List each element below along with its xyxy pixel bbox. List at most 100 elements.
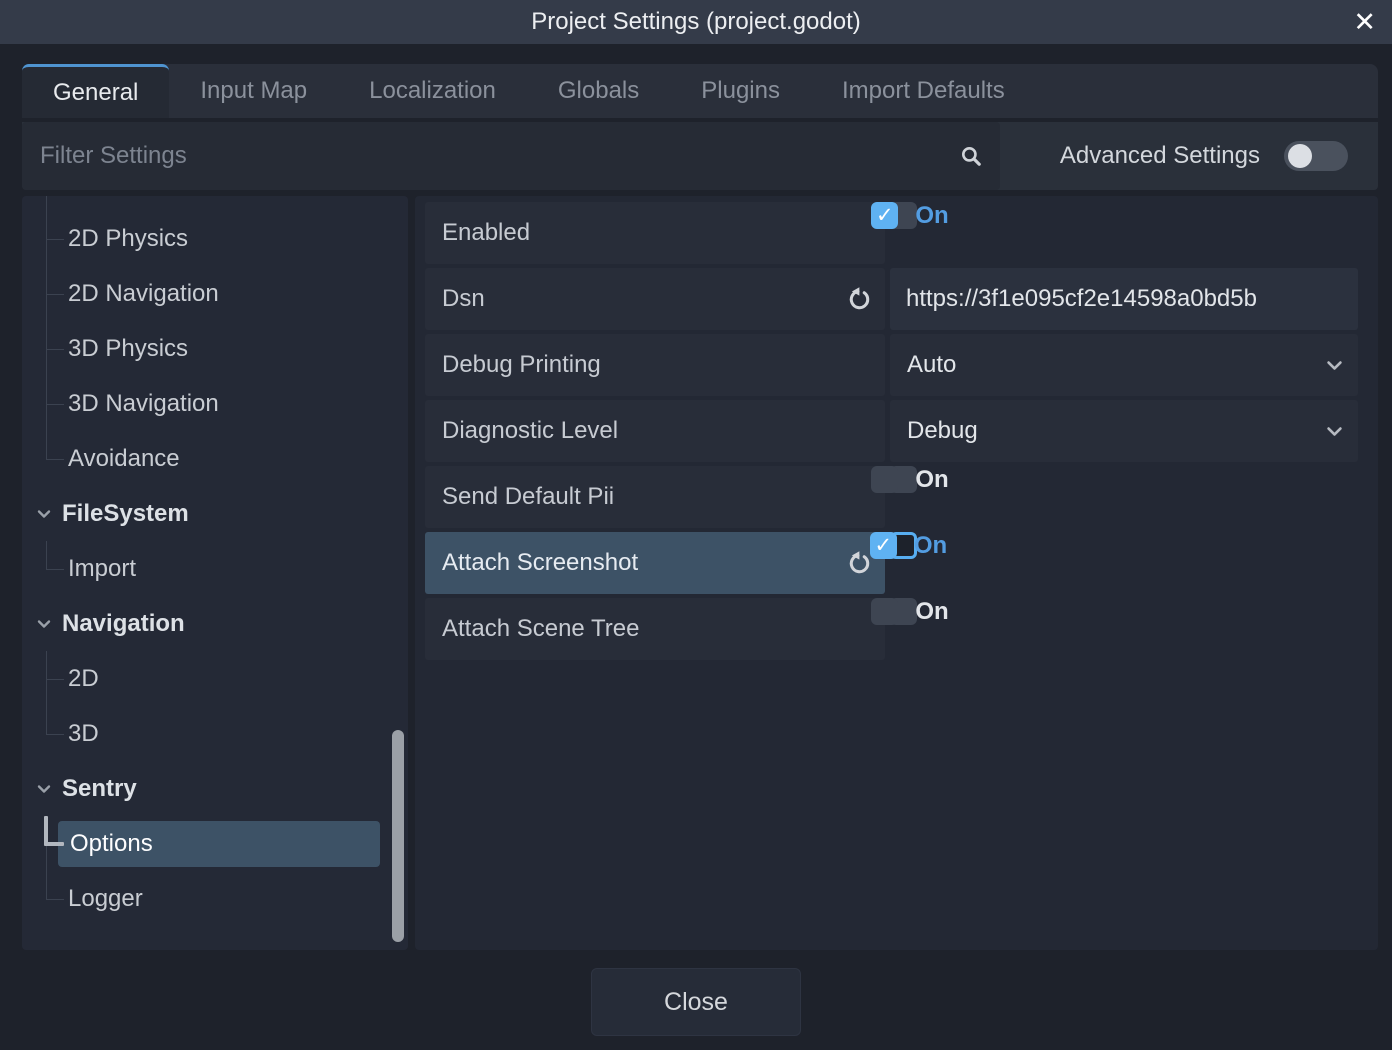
setting-row-diagnostic-level: Diagnostic LevelDebug (425, 400, 1358, 462)
sidebar-item-logger[interactable]: Logger (22, 871, 408, 926)
setting-label-cell[interactable]: Diagnostic Level (425, 400, 885, 462)
tab-localization[interactable]: Localization (338, 64, 527, 118)
sidebar-item-navigation[interactable]: Navigation (22, 596, 408, 651)
checkbox[interactable] (871, 466, 898, 493)
tab-label: Plugins (701, 77, 780, 105)
setting-label: Attach Screenshot (442, 549, 846, 577)
tree-connector (22, 431, 68, 486)
close-icon[interactable]: ✕ (1353, 4, 1376, 40)
tree-connector (22, 706, 68, 761)
setting-label: Diagnostic Level (442, 417, 885, 445)
sidebar-item-label: 2D (68, 665, 99, 693)
chevron-down-icon[interactable] (1325, 356, 1344, 375)
settings-category-tree: 2D Physics2D Navigation3D Physics3D Navi… (22, 196, 408, 950)
checkbox-state-label: On (914, 532, 947, 560)
sidebar-item-avoidance[interactable]: Avoidance (22, 431, 408, 486)
sidebar-item-2d-physics[interactable]: 2D Physics (22, 211, 408, 266)
sidebar-section-label: Sentry (62, 775, 137, 803)
setting-label-cell[interactable]: Attach Scene Tree (425, 598, 885, 660)
text-input-value: https://3f1e095cf2e14598a0bd5b (906, 285, 1257, 313)
checkbox[interactable]: ✓ (870, 532, 897, 559)
tree-connector (22, 871, 68, 926)
setting-row-debug-printing: Debug Printing Auto (425, 334, 1358, 396)
settings-panel: Enabled✓OnDsnhttps://3f1e095cf2e14598a0b… (415, 196, 1378, 950)
sidebar-item-label: Logger (68, 885, 143, 913)
sidebar-item-2d-navigation[interactable]: 2D Navigation (22, 266, 408, 321)
sidebar-item-3d-physics[interactable]: 3D Physics (22, 321, 408, 376)
toggle-knob (1288, 144, 1312, 168)
setting-row-attach-scene-tree: Attach Scene TreeOn (425, 598, 1358, 660)
tab-input-map[interactable]: Input Map (169, 64, 338, 118)
sidebar-item-import[interactable]: Import (22, 541, 408, 596)
tab-label: Input Map (200, 77, 307, 105)
setting-value-cell[interactable]: Auto (890, 334, 1358, 396)
tree-connector (22, 266, 68, 321)
setting-value-cell[interactable]: ✓On (890, 532, 917, 559)
filter-toolbar: Advanced Settings (22, 122, 1378, 190)
advanced-settings-toggle[interactable] (1284, 141, 1348, 171)
tree-connector (22, 211, 68, 266)
tab-label: Globals (558, 77, 639, 105)
tab-label: Import Defaults (842, 77, 1005, 105)
filter-input-wrap (22, 122, 1000, 190)
setting-value-cell[interactable]: ✓On (890, 202, 917, 229)
checkbox[interactable]: ✓ (871, 202, 898, 229)
dropdown-value: Auto (907, 351, 956, 379)
revert-icon[interactable] (846, 550, 873, 577)
sidebar-item-sentry[interactable]: Sentry (22, 761, 408, 816)
setting-label: Send Default Pii (442, 483, 885, 511)
chevron-down-icon[interactable] (36, 506, 52, 522)
setting-value-cell[interactable]: https://3f1e095cf2e14598a0bd5b (890, 268, 1358, 330)
setting-value-cell[interactable]: Debug (890, 400, 1358, 462)
tab-bar: General Input Map Localization Globals Plugi… (22, 64, 1378, 118)
revert-icon[interactable] (846, 286, 873, 313)
sidebar-item-2d[interactable]: 2D (22, 651, 408, 706)
sidebar-scrollbar-thumb[interactable] (392, 730, 404, 942)
sidebar-item-filesystem[interactable]: FileSystem (22, 486, 408, 541)
setting-label: Debug Printing (442, 351, 885, 379)
setting-row-dsn: Dsn https://3f1e095cf2e14598a0bd5b (425, 268, 1358, 330)
tree-connector (22, 541, 68, 596)
window-title: Project Settings (project.godot) (531, 8, 861, 36)
setting-label: Attach Scene Tree (442, 615, 885, 643)
checkbox[interactable] (871, 598, 898, 625)
sidebar-item-3d[interactable]: 3D (22, 706, 408, 761)
tab-general[interactable]: General (22, 64, 169, 118)
setting-row-send-default-pii: Send Default PiiOn (425, 466, 1358, 528)
tab-label: General (53, 79, 138, 107)
tab-import-defaults[interactable]: Import Defaults (811, 64, 1036, 118)
setting-value-cell[interactable]: On (890, 598, 917, 625)
checkbox-state-label: On (915, 466, 948, 494)
tree-connector-line (46, 845, 47, 871)
tree-connector (22, 376, 68, 431)
advanced-settings-group: Advanced Settings (1060, 141, 1348, 171)
tab-plugins[interactable]: Plugins (670, 64, 811, 118)
sidebar-item-3d-navigation[interactable]: 3D Navigation (22, 376, 408, 431)
tab-globals[interactable]: Globals (527, 64, 670, 118)
setting-label-cell[interactable]: Send Default Pii (425, 466, 885, 528)
sidebar-item-label: Import (68, 555, 136, 583)
advanced-settings-label: Advanced Settings (1060, 142, 1260, 170)
setting-label-cell[interactable]: Attach Screenshot (425, 532, 885, 594)
setting-label-cell[interactable]: Enabled (425, 202, 885, 264)
chevron-down-icon[interactable] (36, 781, 52, 797)
sidebar-item-label: 3D Navigation (68, 390, 219, 418)
setting-label-cell[interactable]: Debug Printing (425, 334, 885, 396)
sidebar-item-label: Avoidance (68, 445, 180, 473)
setting-value-cell[interactable]: On (890, 466, 917, 493)
close-button[interactable]: Close (591, 968, 801, 1036)
sidebar-item-label: 3D (68, 720, 99, 748)
chevron-down-icon[interactable] (36, 616, 52, 632)
sidebar-item-label: 3D Physics (68, 335, 188, 363)
chevron-down-icon[interactable] (1325, 422, 1344, 441)
setting-row-attach-screenshot: Attach Screenshot✓On (425, 532, 1358, 594)
search-icon (958, 143, 984, 169)
setting-label: Dsn (442, 285, 846, 313)
search-input[interactable] (22, 122, 1000, 190)
sidebar-item-options[interactable]: Options (22, 816, 408, 871)
tree-connector (22, 321, 68, 376)
setting-label-cell[interactable]: Dsn (425, 268, 885, 330)
checkbox-state-label: On (915, 202, 948, 230)
sidebar-item-label: Options (58, 821, 380, 867)
tree-connector (22, 816, 68, 871)
